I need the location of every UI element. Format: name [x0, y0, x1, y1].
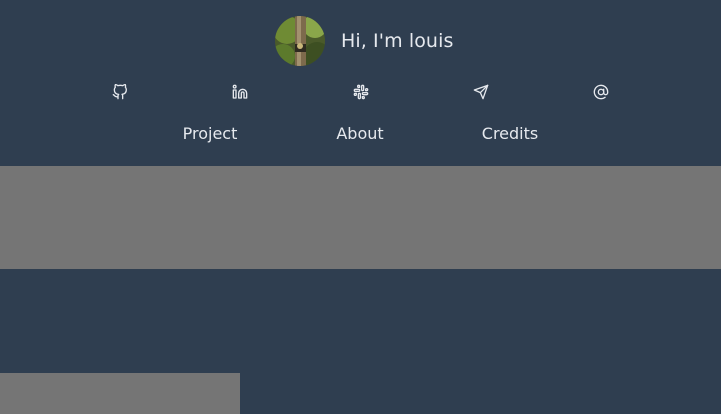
nav-about[interactable]: About — [336, 124, 383, 143]
nav-project[interactable]: Project — [183, 124, 238, 143]
nav-credits[interactable]: Credits — [482, 124, 538, 143]
content-placeholder-block — [0, 373, 240, 414]
slack-icon[interactable] — [349, 80, 373, 104]
brand: Hi, I'm louis — [275, 16, 453, 66]
social-links — [0, 80, 721, 104]
greeting: Hi, I'm louis — [341, 30, 454, 52]
at-sign-icon[interactable] — [589, 80, 613, 104]
linkedin-icon[interactable] — [228, 80, 252, 104]
send-icon[interactable] — [469, 80, 493, 104]
avatar — [275, 16, 325, 66]
content-placeholder-band — [0, 166, 721, 269]
github-icon[interactable] — [108, 80, 132, 104]
site-header: Hi, I'm louis Project About Credits — [0, 0, 721, 166]
main-nav: Project About Credits — [0, 124, 721, 150]
